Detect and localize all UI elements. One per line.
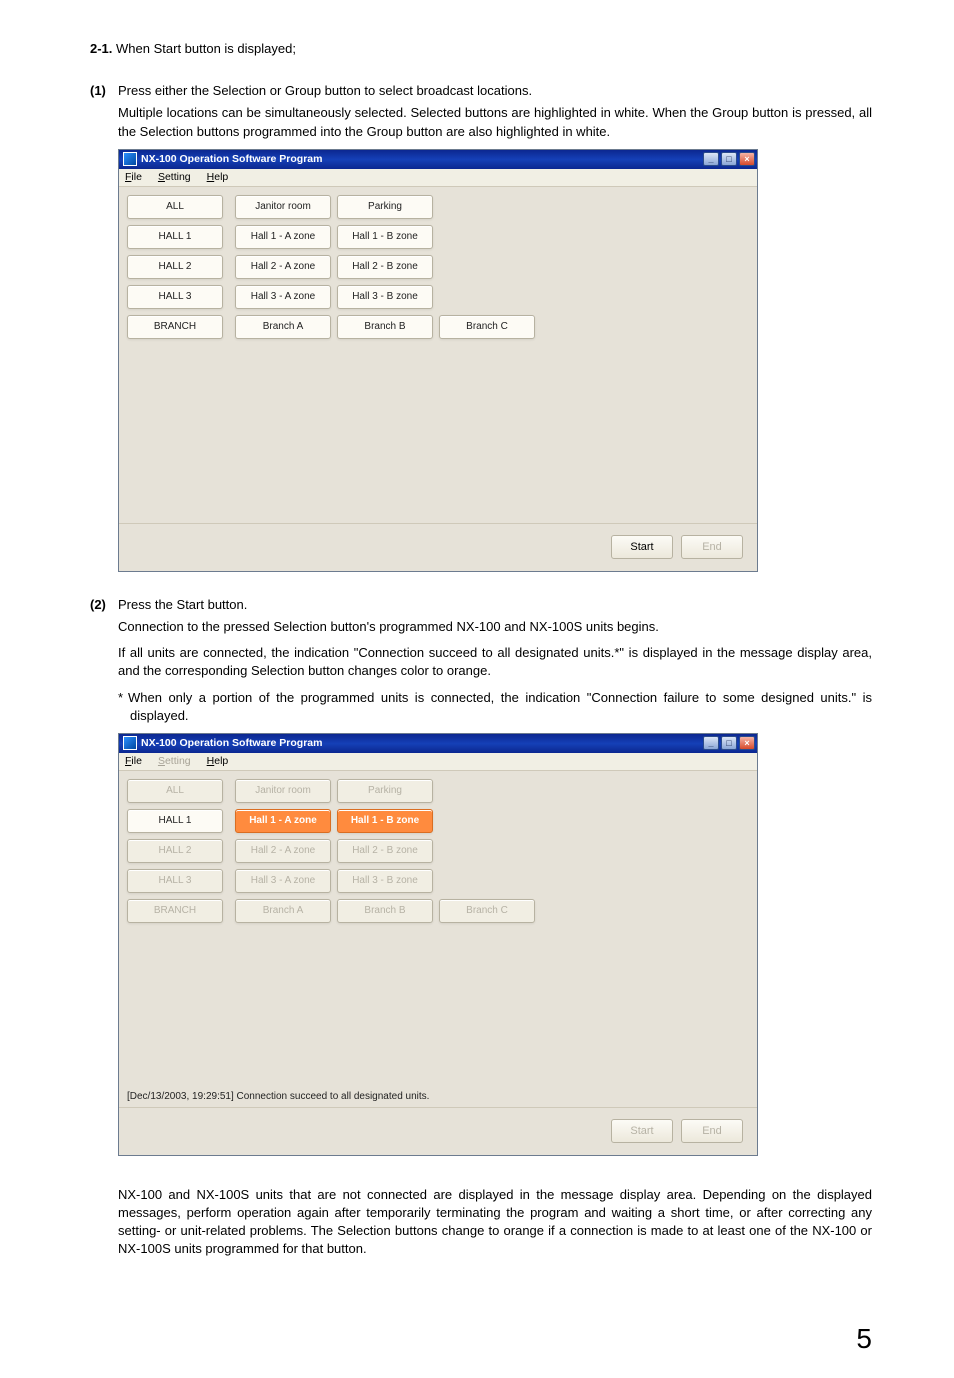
app-window-2: NX-100 Operation Software Program _ □ × … bbox=[118, 733, 758, 1156]
section-text: When Start button is displayed; bbox=[116, 41, 296, 56]
sel-brancha: Branch A bbox=[235, 899, 331, 923]
menu-setting: Setting bbox=[156, 753, 193, 770]
minimize-button[interactable]: _ bbox=[703, 736, 719, 750]
sel-hall3b: Hall 3 - B zone bbox=[337, 869, 433, 893]
group-btn-all: ALL bbox=[127, 779, 223, 803]
sel-hall3a: Hall 3 - A zone bbox=[235, 869, 331, 893]
item-1-line1: Press either the Selection or Group butt… bbox=[118, 82, 872, 100]
item-2-note: *When only a portion of the programmed u… bbox=[130, 689, 872, 725]
sel-parking: Parking bbox=[337, 779, 433, 803]
group-btn-branch: BRANCH bbox=[127, 899, 223, 923]
app-icon bbox=[123, 152, 137, 166]
sel-hall3b[interactable]: Hall 3 - B zone bbox=[337, 285, 433, 309]
menu-help[interactable]: Help bbox=[205, 169, 231, 186]
group-column: ALL HALL 1 HALL 2 HALL 3 BRANCH bbox=[127, 195, 223, 339]
sel-branchc: Branch C bbox=[439, 899, 535, 923]
sel-hall1b[interactable]: Hall 1 - B zone bbox=[337, 225, 433, 249]
sel-hall2a[interactable]: Hall 2 - A zone bbox=[235, 255, 331, 279]
item-2-note-text: When only a portion of the programmed un… bbox=[128, 690, 872, 723]
item-1-line2: Multiple locations can be simultaneously… bbox=[118, 104, 872, 140]
menu-file[interactable]: File bbox=[123, 753, 144, 770]
group-btn-hall1[interactable]: HALL 1 bbox=[127, 809, 223, 833]
sel-janitor: Janitor room bbox=[235, 779, 331, 803]
group-btn-hall1[interactable]: HALL 1 bbox=[127, 225, 223, 249]
sel-hall3a[interactable]: Hall 3 - A zone bbox=[235, 285, 331, 309]
sel-parking[interactable]: Parking bbox=[337, 195, 433, 219]
start-button[interactable]: Start bbox=[611, 535, 673, 559]
footer-bar: Start End bbox=[119, 523, 757, 571]
group-btn-all[interactable]: ALL bbox=[127, 195, 223, 219]
close-button[interactable]: × bbox=[739, 736, 755, 750]
item-2-num: (2) bbox=[90, 596, 118, 614]
group-column: ALL HALL 1 HALL 2 HALL 3 BRANCH bbox=[127, 779, 223, 923]
maximize-button[interactable]: □ bbox=[721, 152, 737, 166]
page-number: 5 bbox=[90, 1319, 872, 1358]
footer-bar: Start End bbox=[119, 1107, 757, 1155]
menu-setting[interactable]: Setting bbox=[156, 169, 193, 186]
section-2-1-header: 2-1. When Start button is displayed; bbox=[90, 40, 872, 58]
sel-hall1b[interactable]: Hall 1 - B zone bbox=[337, 809, 433, 833]
sel-hall1a[interactable]: Hall 1 - A zone bbox=[235, 809, 331, 833]
item-1-num: (1) bbox=[90, 82, 118, 100]
work-area: ALL HALL 1 HALL 2 HALL 3 BRANCH Janitor … bbox=[119, 771, 757, 1087]
app-icon bbox=[123, 736, 137, 750]
end-button[interactable]: End bbox=[681, 535, 743, 559]
selection-grid: Janitor room Parking Hall 1 - A zone Hal… bbox=[235, 779, 535, 923]
end-button[interactable]: End bbox=[681, 1119, 743, 1143]
sel-hall1a[interactable]: Hall 1 - A zone bbox=[235, 225, 331, 249]
sel-janitor[interactable]: Janitor room bbox=[235, 195, 331, 219]
sel-branchb: Branch B bbox=[337, 899, 433, 923]
item-1: (1) Press either the Selection or Group … bbox=[90, 82, 872, 100]
start-button: Start bbox=[611, 1119, 673, 1143]
item-2-line1: Press the Start button. bbox=[118, 596, 872, 614]
minimize-button[interactable]: _ bbox=[703, 152, 719, 166]
maximize-button[interactable]: □ bbox=[721, 736, 737, 750]
sel-brancha[interactable]: Branch A bbox=[235, 315, 331, 339]
menu-help[interactable]: Help bbox=[205, 753, 231, 770]
sel-hall2b[interactable]: Hall 2 - B zone bbox=[337, 255, 433, 279]
message-area: [Dec/13/2003, 19:29:51] Connection succe… bbox=[119, 1087, 757, 1107]
post-image-paragraph: NX-100 and NX-100S units that are not co… bbox=[118, 1186, 872, 1259]
sel-branchb[interactable]: Branch B bbox=[337, 315, 433, 339]
menu-file[interactable]: File bbox=[123, 169, 144, 186]
message-area bbox=[119, 503, 757, 523]
titlebar: NX-100 Operation Software Program _ □ × bbox=[119, 150, 757, 169]
group-btn-hall3: HALL 3 bbox=[127, 869, 223, 893]
group-btn-branch[interactable]: BRANCH bbox=[127, 315, 223, 339]
menubar: File Setting Help bbox=[119, 753, 757, 771]
work-area: ALL HALL 1 HALL 2 HALL 3 BRANCH Janitor … bbox=[119, 187, 757, 503]
sel-hall2b: Hall 2 - B zone bbox=[337, 839, 433, 863]
item-2-line2: Connection to the pressed Selection butt… bbox=[118, 618, 872, 636]
sel-hall2a: Hall 2 - A zone bbox=[235, 839, 331, 863]
group-btn-hall2: HALL 2 bbox=[127, 839, 223, 863]
selection-grid: Janitor room Parking Hall 1 - A zone Hal… bbox=[235, 195, 535, 339]
group-btn-hall2[interactable]: HALL 2 bbox=[127, 255, 223, 279]
group-btn-hall3[interactable]: HALL 3 bbox=[127, 285, 223, 309]
menubar: File Setting Help bbox=[119, 169, 757, 187]
title-text: NX-100 Operation Software Program bbox=[141, 152, 703, 167]
item-2-line3: If all units are connected, the indicati… bbox=[118, 644, 872, 680]
close-button[interactable]: × bbox=[739, 152, 755, 166]
title-text: NX-100 Operation Software Program bbox=[141, 736, 703, 751]
item-2: (2) Press the Start button. bbox=[90, 596, 872, 614]
app-window-1: NX-100 Operation Software Program _ □ × … bbox=[118, 149, 758, 572]
sel-branchc[interactable]: Branch C bbox=[439, 315, 535, 339]
titlebar: NX-100 Operation Software Program _ □ × bbox=[119, 734, 757, 753]
section-num: 2-1. bbox=[90, 41, 112, 56]
